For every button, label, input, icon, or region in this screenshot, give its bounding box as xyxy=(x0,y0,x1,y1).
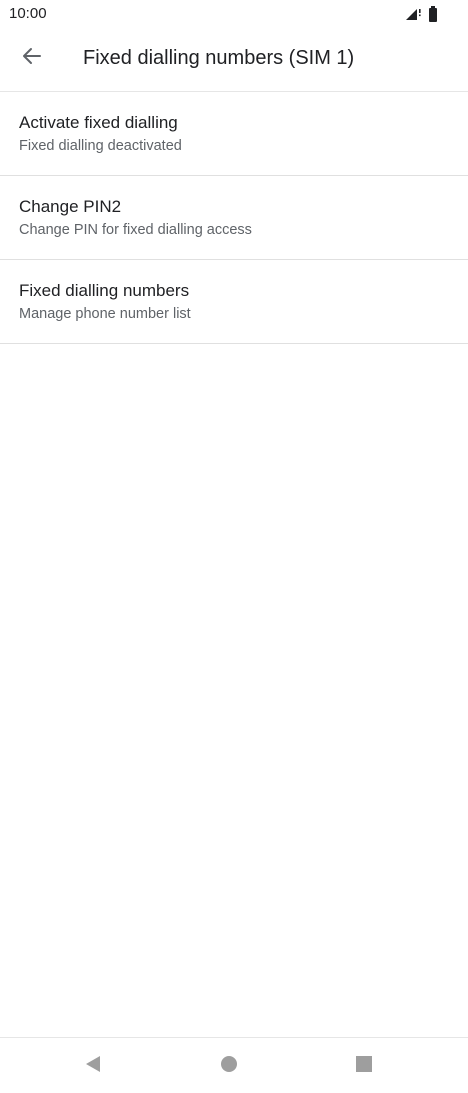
setting-activate-fixed-dialling[interactable]: Activate fixed dialling Fixed dialling d… xyxy=(0,92,468,176)
setting-title: Activate fixed dialling xyxy=(19,113,178,132)
status-bar: 10:00 xyxy=(0,0,468,28)
setting-subtitle: Change PIN for fixed dialling access xyxy=(19,222,252,238)
battery-icon xyxy=(428,6,438,27)
setting-change-pin2[interactable]: Change PIN2 Change PIN for fixed diallin… xyxy=(0,176,468,260)
nav-back-icon xyxy=(84,1054,102,1079)
nav-home-icon xyxy=(220,1055,238,1078)
setting-title: Change PIN2 xyxy=(19,197,122,216)
navigation-bar xyxy=(0,1037,468,1093)
page-title: Fixed dialling numbers (SIM 1) xyxy=(83,47,355,69)
settings-list: Activate fixed dialling Fixed dialling d… xyxy=(0,92,468,344)
app-bar: Fixed dialling numbers (SIM 1) xyxy=(0,28,468,92)
nav-back-button[interactable] xyxy=(78,1051,108,1081)
status-icons xyxy=(405,6,438,27)
nav-recents-button[interactable] xyxy=(349,1051,379,1081)
nav-recents-icon xyxy=(355,1055,373,1078)
setting-subtitle: Fixed dialling deactivated xyxy=(19,138,182,154)
setting-fixed-dialling-numbers[interactable]: Fixed dialling numbers Manage phone numb… xyxy=(0,260,468,344)
arrow-back-icon xyxy=(22,46,42,71)
setting-title: Fixed dialling numbers xyxy=(19,281,190,300)
nav-home-button[interactable] xyxy=(214,1051,244,1081)
back-button[interactable] xyxy=(10,36,54,80)
signal-icon xyxy=(405,7,423,26)
setting-subtitle: Manage phone number list xyxy=(19,306,191,322)
status-time: 10:00 xyxy=(9,5,47,22)
